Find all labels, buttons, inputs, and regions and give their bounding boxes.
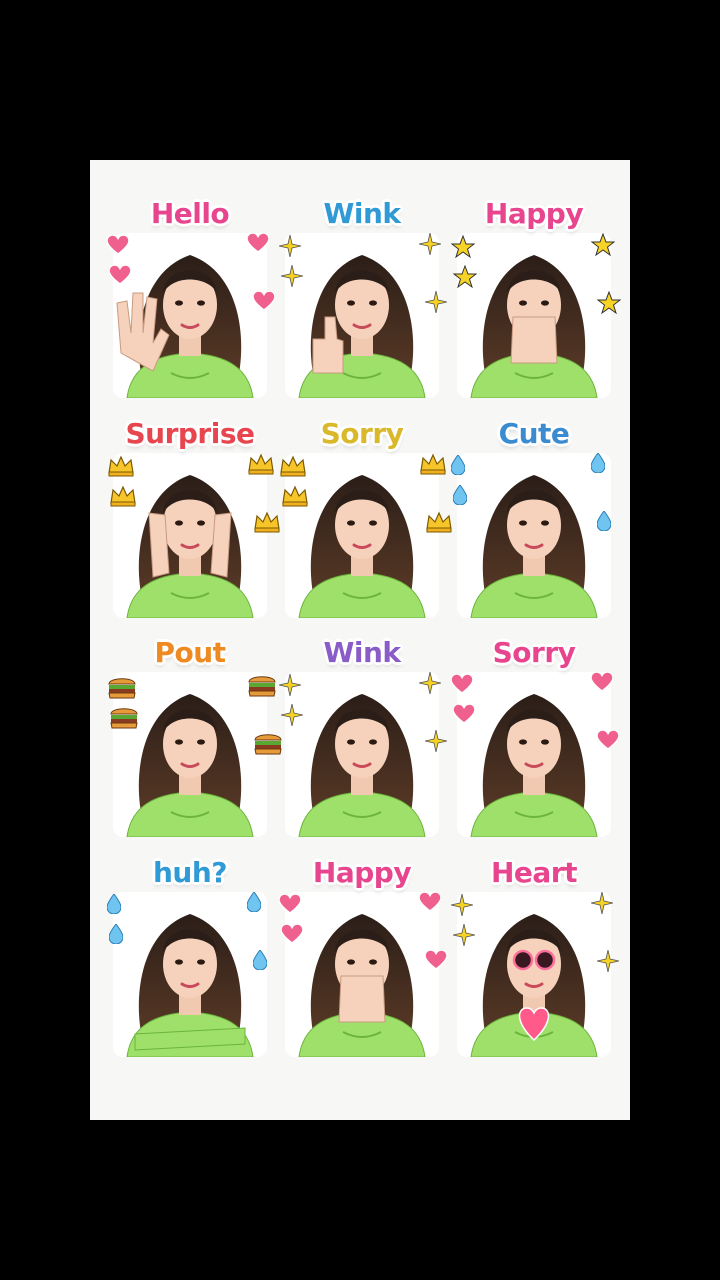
crown-icon	[419, 453, 447, 479]
sparkle-icon	[450, 893, 474, 920]
crown-icon	[107, 455, 135, 481]
star-icon	[452, 264, 478, 293]
sticker-label: Wink	[323, 197, 401, 230]
crown-icon	[279, 455, 307, 481]
sticker-label: Hello	[150, 197, 230, 230]
sticker-portrait	[113, 233, 267, 399]
sparkle-icon	[278, 234, 302, 261]
sticker-happy: Happy	[449, 195, 622, 410]
sparkle-icon	[418, 671, 442, 698]
crown-icon	[281, 485, 309, 511]
sticker-sorry: Sorry	[277, 415, 452, 630]
heart-icon	[108, 264, 132, 289]
heart-icon	[450, 673, 474, 698]
sticker-sorry: Sorry	[449, 634, 620, 849]
droplet-icon	[590, 452, 606, 477]
sticker-pout: Pout	[105, 634, 282, 849]
sticker-portrait	[113, 453, 267, 619]
star-icon	[596, 290, 622, 319]
sticker-cute: Cute	[449, 415, 619, 630]
sticker-portrait	[457, 233, 611, 399]
sticker-portrait	[457, 672, 611, 838]
sticker-label: Sorry	[320, 417, 404, 450]
heart-icon	[106, 234, 130, 259]
burger-icon	[107, 674, 137, 704]
heart-icon	[252, 290, 276, 315]
sticker-portrait	[285, 453, 439, 619]
heart-icon	[590, 671, 614, 696]
sticker-portrait	[285, 672, 439, 838]
crown-icon	[247, 453, 275, 479]
sticker-sheet: Hello Wink Happy Surprise Sorry Cute Pou…	[90, 160, 630, 1120]
sticker-happy: Happy	[277, 854, 448, 1069]
sticker-portrait	[457, 892, 611, 1058]
droplet-icon	[452, 484, 468, 509]
sticker-portrait	[285, 233, 439, 399]
sticker-label: Pout	[154, 636, 226, 669]
sticker-portrait	[457, 453, 611, 619]
heart-icon	[246, 232, 270, 257]
sparkle-icon	[280, 264, 304, 291]
sticker-label: Happy	[312, 856, 412, 889]
sparkle-icon	[278, 673, 302, 700]
sparkle-icon	[424, 729, 448, 756]
heart-icon	[280, 923, 304, 948]
heart-icon	[452, 703, 476, 728]
sticker-hello: Hello	[105, 195, 276, 410]
crown-icon	[109, 485, 137, 511]
droplet-icon	[246, 891, 262, 916]
droplet-icon	[108, 923, 124, 948]
droplet-icon	[596, 510, 612, 535]
sticker-wink: Wink	[277, 195, 448, 410]
heart-icon	[418, 891, 442, 916]
droplet-icon	[450, 454, 466, 479]
sticker-label: Wink	[323, 636, 401, 669]
sticker-wink: Wink	[277, 634, 448, 849]
sparkle-icon	[596, 949, 620, 976]
sticker-label: Happy	[484, 197, 584, 230]
sparkle-icon	[452, 923, 476, 950]
burger-icon	[109, 704, 139, 734]
sparkle-icon	[280, 703, 304, 730]
star-icon	[450, 234, 476, 263]
heart-icon	[278, 893, 302, 918]
sticker-portrait	[113, 892, 267, 1058]
sticker-portrait	[285, 892, 439, 1058]
star-icon	[590, 232, 616, 261]
sticker-label: Cute	[498, 417, 570, 450]
sparkle-icon	[590, 891, 614, 918]
droplet-icon	[252, 949, 268, 974]
sticker-label: Surprise	[125, 417, 255, 450]
sparkle-icon	[418, 232, 442, 259]
sticker-surprise: Surprise	[105, 415, 280, 630]
burger-icon	[247, 672, 277, 702]
heart-icon	[424, 949, 448, 974]
sticker-huh: huh?	[105, 854, 275, 1069]
sticker-label: Heart	[490, 856, 578, 889]
sticker-heart: Heart	[449, 854, 620, 1069]
heart-icon	[596, 729, 620, 754]
sticker-label: huh?	[152, 856, 228, 889]
droplet-icon	[106, 893, 122, 918]
sparkle-icon	[424, 290, 448, 317]
sticker-label: Sorry	[492, 636, 576, 669]
